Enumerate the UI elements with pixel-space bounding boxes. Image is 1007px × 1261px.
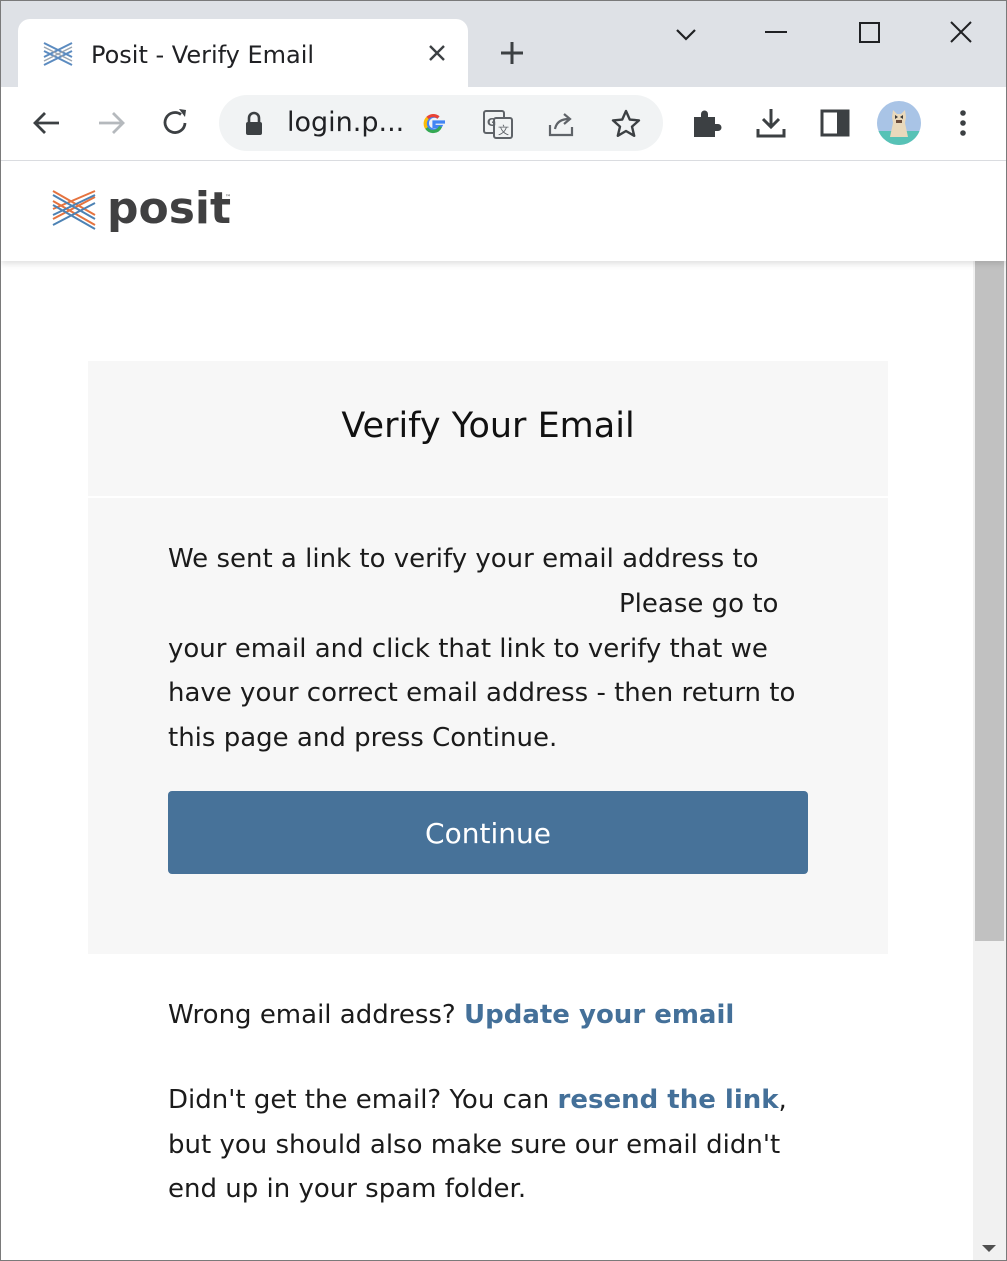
resend-link[interactable]: resend the link [558,1085,779,1115]
posit-logo[interactable]: posit ™ [51,185,241,235]
browser-toolbar: login.p... G 文 [1,87,1006,161]
maximize-icon[interactable] [849,15,889,55]
card-header: Verify Your Email [88,361,888,498]
close-window-icon[interactable] [941,15,981,55]
svg-text:文: 文 [498,123,509,137]
forward-arrow-icon[interactable] [93,105,129,141]
continue-button[interactable]: Continue [168,791,808,874]
close-tab-icon[interactable] [426,42,448,64]
url-text: login.p... [287,107,405,138]
tab-active[interactable]: Posit - Verify Email [18,19,468,87]
browser-window: Posit - Verify Email login.p... G 文 posi… [0,0,1007,1261]
scrollbar[interactable] [973,261,1006,1260]
minimize-icon[interactable] [756,15,796,55]
posit-favicon-icon [43,42,73,66]
omnibox[interactable]: login.p... G 文 [219,95,663,151]
new-tab-icon[interactable] [496,37,528,69]
tab-search-chevron-icon[interactable] [666,15,706,55]
resend-text: Didn't get the email? You can resend the… [168,1078,818,1212]
google-g-icon[interactable] [417,107,451,141]
verify-message-line1: We sent a link to verify your email addr… [168,544,759,574]
profile-cat-icon [877,110,921,145]
resend-prefix: Didn't get the email? You can [168,1085,558,1115]
side-panel-icon[interactable] [817,105,853,141]
reload-icon[interactable] [157,105,193,141]
tab-title: Posit - Verify Email [91,41,315,69]
svg-text:™: ™ [225,194,231,201]
scrollbar-thumb[interactable] [975,261,1004,941]
share-icon[interactable] [545,107,579,141]
profile-avatar[interactable] [877,101,921,145]
update-email-link[interactable]: Update your email [464,1000,734,1030]
scroll-down-arrow-icon[interactable] [982,1245,996,1252]
menu-kebab-icon[interactable] [945,105,981,141]
verify-message-rest: Please go to your email and click that l… [168,589,796,754]
back-arrow-icon[interactable] [29,105,65,141]
wrong-email-text: Wrong email address? Update your email [168,993,818,1038]
svg-text:G: G [487,116,496,129]
page-title: Verify Your Email [341,406,635,446]
site-header: posit ™ [1,161,1006,261]
logo-text: posit [107,185,231,234]
bookmark-star-icon[interactable] [609,107,643,141]
download-icon[interactable] [753,105,789,141]
tab-strip: Posit - Verify Email [1,1,1006,87]
page-viewport: posit ™ Verify Your Email We sent a link… [1,161,1006,1260]
wrong-email-prefix: Wrong email address? [168,1000,464,1030]
lock-icon[interactable] [243,111,265,137]
translate-icon[interactable]: G 文 [481,107,515,141]
extensions-puzzle-icon[interactable] [689,105,725,141]
